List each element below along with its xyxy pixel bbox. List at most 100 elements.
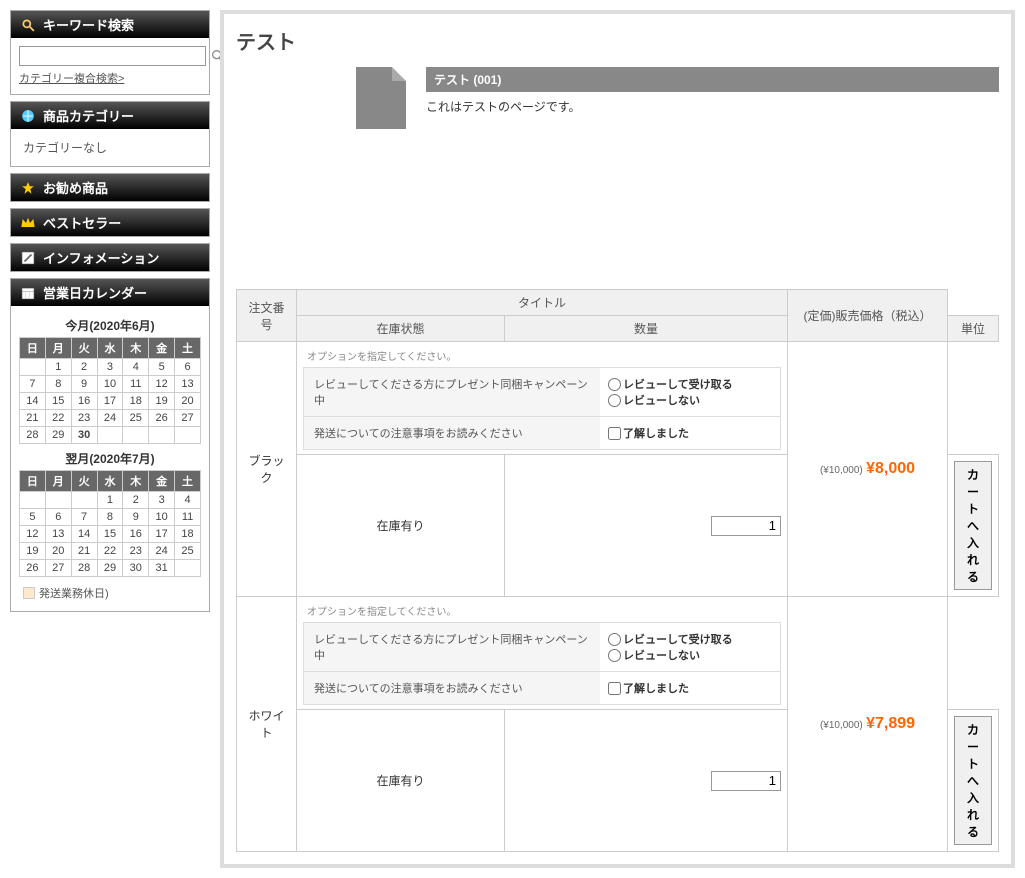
calendar-day: 29 — [45, 427, 71, 444]
bestseller-header: ベストセラー — [11, 209, 209, 236]
quantity-input[interactable] — [711, 516, 781, 536]
quantity-input[interactable] — [711, 771, 781, 791]
information-title: インフォメーション — [43, 248, 159, 267]
calendar-dow: 月 — [45, 338, 71, 359]
cart-cell: カートへ入れる — [947, 710, 998, 852]
calendar-legend: 発送業務休日) — [19, 583, 201, 603]
calendar-day: 21 — [71, 543, 97, 560]
calendar-day: 26 — [149, 410, 175, 427]
th-quantity: 数量 — [505, 316, 788, 342]
bestseller-title: ベストセラー — [43, 213, 121, 232]
calendar-body: 今月(2020年6月)日月火水木金土1234567891011121314151… — [11, 306, 209, 611]
calendar-month-label: 今月(2020年6月) — [19, 317, 201, 334]
calendar-day: 2 — [123, 492, 149, 509]
recommend-title: お勧め商品 — [43, 178, 108, 197]
calendar-dow: 土 — [175, 338, 201, 359]
calendar-dow: 火 — [71, 471, 97, 492]
stock-status: 在庫有り — [297, 710, 505, 852]
calendar-day: 12 — [20, 526, 46, 543]
calendar-dow: 金 — [149, 471, 175, 492]
calendar-day: 19 — [149, 393, 175, 410]
search-input[interactable] — [19, 46, 206, 66]
calendar-header: 営業日カレンダー — [11, 279, 209, 306]
calendar-month-label: 翌月(2020年7月) — [19, 450, 201, 467]
agree-checkbox[interactable]: 了解しました — [608, 680, 772, 696]
calendar-day: 18 — [175, 526, 201, 543]
calendar-dow: 土 — [175, 471, 201, 492]
add-to-cart-button[interactable]: カートへ入れる — [954, 461, 992, 590]
calendar-day: 25 — [123, 410, 149, 427]
calendar-day: 6 — [175, 359, 201, 376]
sidebar-search: キーワード検索 カテゴリー複合検索> — [10, 10, 210, 95]
calendar-day — [97, 427, 123, 444]
calendar-dow: 月 — [45, 471, 71, 492]
variant-price: (¥10,000) ¥7,899 — [787, 597, 947, 852]
calendar-day: 21 — [20, 410, 46, 427]
calendar-grid: 日月火水木金土123456789101112131415161718192021… — [19, 337, 201, 444]
calendar-title: 営業日カレンダー — [43, 283, 147, 302]
calendar-day: 9 — [123, 509, 149, 526]
search-header: キーワード検索 — [11, 11, 209, 38]
calendar-day: 5 — [20, 509, 46, 526]
review-yes-radio[interactable]: レビューして受け取る — [608, 631, 772, 647]
calendar-day: 6 — [45, 509, 71, 526]
calendar-day: 1 — [97, 492, 123, 509]
calendar-day: 30 — [123, 560, 149, 577]
search-title: キーワード検索 — [43, 15, 134, 34]
calendar-day: 3 — [97, 359, 123, 376]
option-note: オプションを指定してください。 — [303, 346, 781, 365]
variant-table: 注文番号 タイトル (定価)販売価格（税込） 在庫状態 数量 単位 ブラックオプ… — [236, 289, 999, 852]
calendar-dow: 日 — [20, 338, 46, 359]
calendar-day: 23 — [123, 543, 149, 560]
th-title: タイトル — [297, 290, 788, 316]
calendar-day — [175, 427, 201, 444]
crown-icon — [19, 214, 37, 232]
calendar-day — [20, 492, 46, 509]
stock-status: 在庫有り — [297, 455, 505, 597]
quantity-cell — [505, 710, 788, 852]
sidebar-information: インフォメーション — [10, 243, 210, 272]
globe-icon — [19, 107, 37, 125]
calendar-day: 23 — [71, 410, 97, 427]
agree-checkbox[interactable]: 了解しました — [608, 425, 772, 441]
th-stock-status: 在庫状態 — [297, 316, 505, 342]
calendar-day: 13 — [175, 376, 201, 393]
calendar-day: 13 — [45, 526, 71, 543]
calendar-dow: 日 — [20, 471, 46, 492]
calendar-day: 20 — [45, 543, 71, 560]
th-order-no: 注文番号 — [237, 290, 297, 342]
pencil-icon — [19, 249, 37, 267]
calendar-dow: 水 — [97, 338, 123, 359]
recommend-header: お勧め商品 — [11, 174, 209, 201]
calendar-day: 12 — [149, 376, 175, 393]
add-to-cart-button[interactable]: カートへ入れる — [954, 716, 992, 845]
calendar-day: 19 — [20, 543, 46, 560]
calendar-day: 10 — [149, 509, 175, 526]
calendar-day: 15 — [97, 526, 123, 543]
sidebar-recommend: お勧め商品 — [10, 173, 210, 202]
legend-swatch — [23, 587, 35, 599]
calendar-day: 8 — [45, 376, 71, 393]
review-no-radio[interactable]: レビューしない — [608, 647, 772, 663]
list-price: (¥10,000) — [820, 720, 863, 731]
review-no-radio[interactable]: レビューしない — [608, 392, 772, 408]
category-search-link[interactable]: カテゴリー複合検索> — [19, 70, 201, 86]
calendar-day: 11 — [175, 509, 201, 526]
calendar-day: 24 — [97, 410, 123, 427]
calendar-day — [71, 492, 97, 509]
product-image-placeholder — [356, 67, 406, 129]
review-yes-radio[interactable]: レビューして受け取る — [608, 376, 772, 392]
campaign-label: レビューしてくださる方にプレゼント同梱キャンペーン中 — [304, 623, 600, 671]
calendar-day: 31 — [149, 560, 175, 577]
sale-price: ¥7,899 — [866, 715, 915, 732]
calendar-day: 18 — [123, 393, 149, 410]
calendar-day: 16 — [71, 393, 97, 410]
calendar-day: 2 — [71, 359, 97, 376]
calendar-day: 30 — [71, 427, 97, 444]
calendar-day: 25 — [175, 543, 201, 560]
variant-name: ホワイト — [237, 597, 297, 852]
category-title: 商品カテゴリー — [43, 106, 134, 125]
calendar-day: 27 — [175, 410, 201, 427]
calendar-day: 20 — [175, 393, 201, 410]
calendar-day: 4 — [123, 359, 149, 376]
